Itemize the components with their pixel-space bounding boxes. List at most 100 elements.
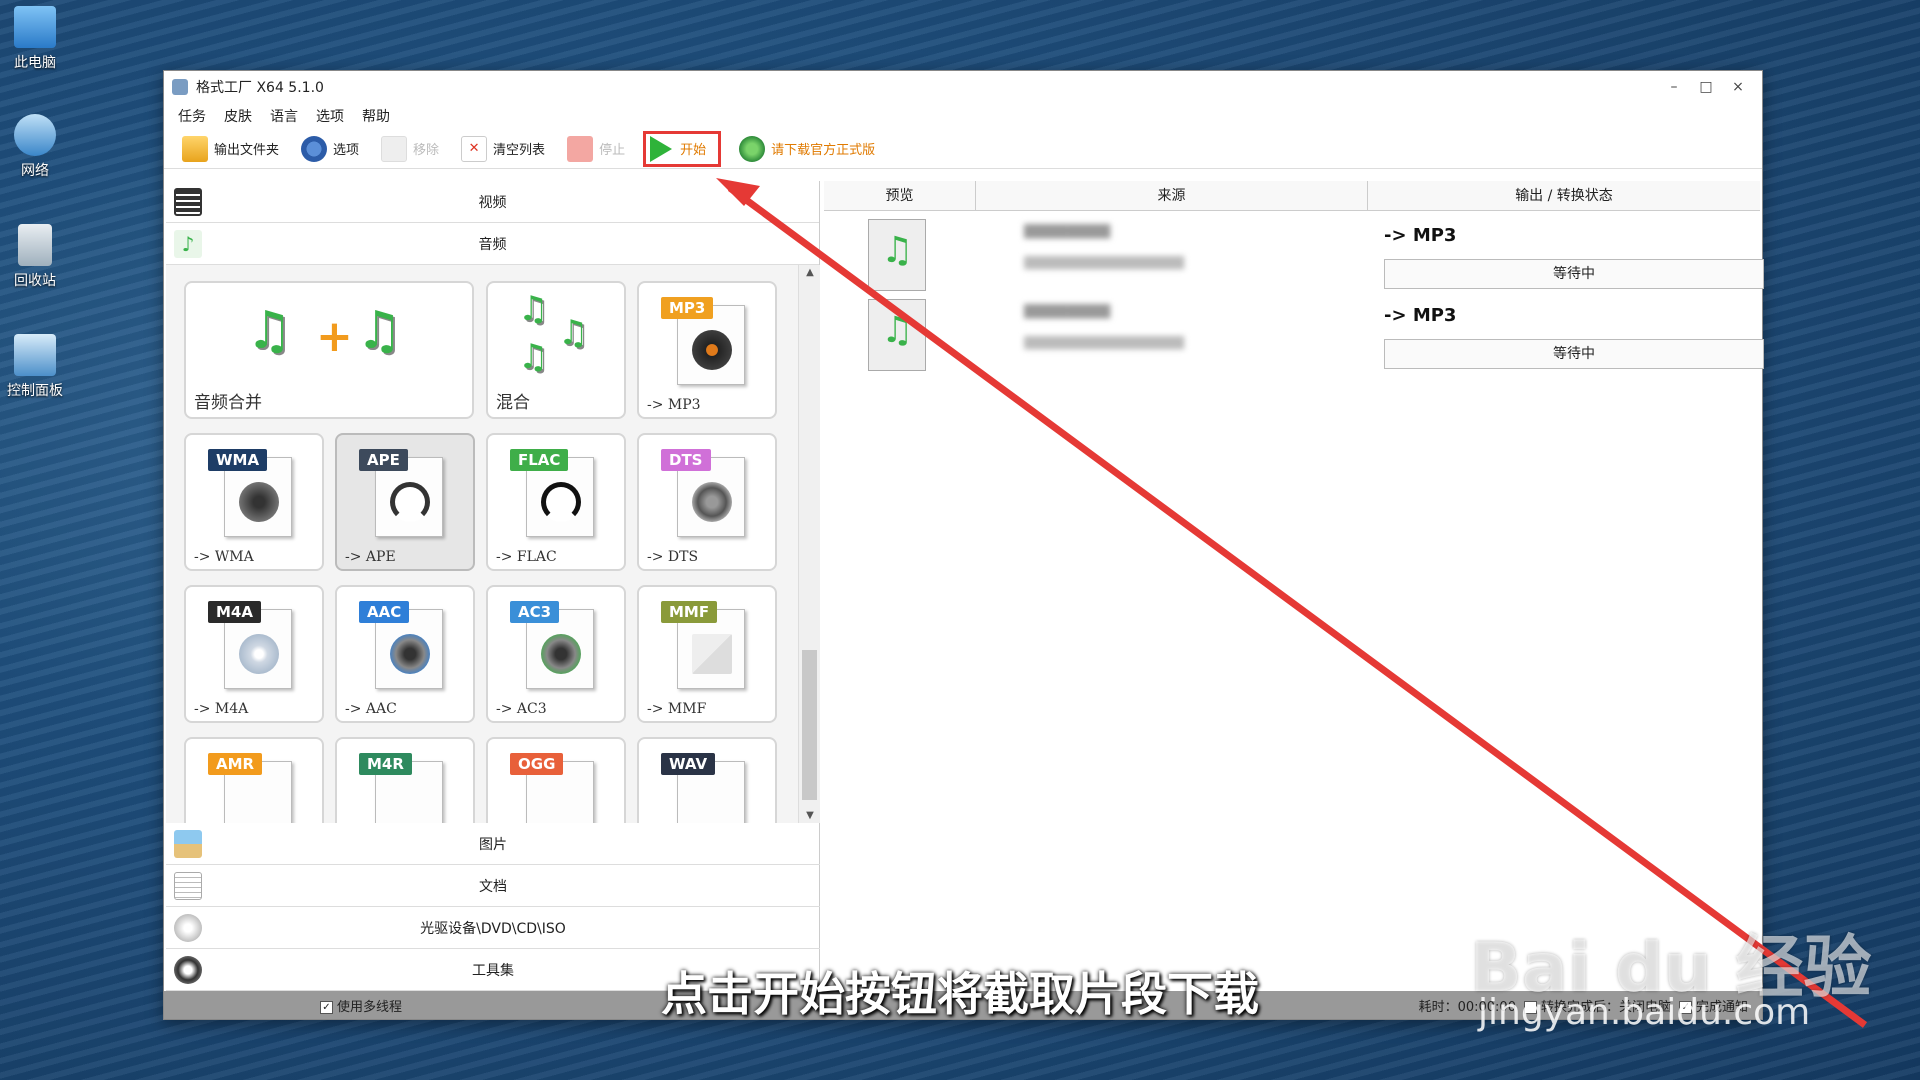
category-label: 光驱设备\DVD\CD\ISO — [420, 920, 566, 937]
download-official-link[interactable]: 请下载官方正式版 — [735, 131, 879, 167]
tile-m4a[interactable]: M4A -> M4A — [184, 585, 324, 723]
remove-button[interactable]: 移除 — [377, 131, 443, 167]
audio-format-grid: ♫ + ♫ 音频合并 ♫ ♫ ♫ 混合 MP3 -> MP3 WMA -> WM… — [166, 265, 820, 823]
recycle-bin-icon — [18, 224, 52, 266]
category-document[interactable]: 文档 — [166, 865, 820, 907]
audio-file-thumbnail: ♫ — [868, 219, 926, 291]
close-button[interactable]: × — [1722, 79, 1754, 95]
category-audio[interactable]: ♪ 音频 — [166, 223, 819, 265]
options-button[interactable]: 选项 — [297, 131, 363, 167]
category-image[interactable]: 图片 — [166, 823, 820, 865]
toolbar: 输出文件夹 选项 移除 ✕ 清空列表 停止 开始 请下载官方正式版 — [164, 129, 1762, 169]
music-note-icon: ♪ — [174, 229, 202, 258]
tile-wav[interactable]: WAV — [637, 737, 777, 823]
desktop-icon-control-panel[interactable]: 控制面板 — [4, 334, 66, 400]
scroll-up-icon[interactable]: ▲ — [799, 267, 820, 278]
category-video[interactable]: 视频 — [166, 181, 819, 223]
category-optical-drive[interactable]: 光驱设备\DVD\CD\ISO — [166, 907, 820, 949]
menu-help[interactable]: 帮助 — [362, 106, 390, 126]
conversion-status: 等待中 — [1384, 339, 1764, 369]
tile-aac[interactable]: AAC -> AAC — [335, 585, 475, 723]
music-note-icon: ♫ — [246, 301, 293, 361]
tile-label: -> FLAC — [496, 549, 557, 565]
format-badge: OGG — [510, 753, 564, 775]
tile-audio-merge[interactable]: ♫ + ♫ 音频合并 — [184, 281, 474, 419]
menu-task[interactable]: 任务 — [178, 106, 206, 126]
desktop-icon-network[interactable]: 网络 — [4, 114, 66, 180]
format-badge: WAV — [661, 753, 716, 775]
header-preview[interactable]: 预览 — [824, 181, 976, 210]
tile-label: 音频合并 — [194, 393, 262, 413]
category-label: 图片 — [479, 836, 507, 853]
tile-wma[interactable]: WMA -> WMA — [184, 433, 324, 571]
tile-label: -> WMA — [194, 549, 254, 565]
category-panel: 视频 ♪ 音频 ♫ + ♫ 音频合并 ♫ ♫ ♫ 混合 MP3 -> MP3 W… — [166, 181, 820, 993]
network-icon — [14, 114, 56, 156]
clear-list-button[interactable]: ✕ 清空列表 — [457, 131, 549, 167]
category-label: 音频 — [478, 236, 507, 253]
picture-icon — [174, 829, 202, 858]
tile-flac[interactable]: FLAC -> FLAC — [486, 433, 626, 571]
tile-mmf[interactable]: MMF -> MMF — [637, 585, 777, 723]
music-note-icon: ♫ — [881, 310, 914, 351]
minimize-button[interactable]: – — [1658, 79, 1690, 95]
tile-mp3[interactable]: MP3 -> MP3 — [637, 281, 777, 419]
category-label: 视频 — [478, 194, 507, 211]
tile-label: 混合 — [496, 393, 530, 413]
start-label: 开始 — [680, 143, 707, 158]
header-source[interactable]: 来源 — [976, 181, 1368, 210]
tile-label: -> AAC — [345, 701, 397, 717]
menu-language[interactable]: 语言 — [270, 106, 298, 126]
tile-m4r[interactable]: M4R — [335, 737, 475, 823]
grid-scrollbar[interactable]: ▲ ▼ — [798, 265, 820, 823]
desktop-icon-recycle-bin[interactable]: 回收站 — [4, 224, 66, 290]
format-badge: DTS — [661, 449, 711, 471]
tile-label: -> APE — [345, 549, 396, 565]
subtitle-caption: 点击开始按钮将截取片段下载 — [661, 967, 1259, 1021]
music-note-icon: ♫ — [558, 313, 589, 353]
tile-label: -> M4A — [194, 701, 249, 717]
output-folder-label: 输出文件夹 — [214, 143, 280, 158]
maximize-button[interactable]: □ — [1690, 79, 1722, 95]
folder-icon — [182, 135, 208, 162]
scrollbar-thumb[interactable] — [802, 650, 817, 800]
disc-drive-icon — [174, 913, 202, 942]
output-folder-button[interactable]: 输出文件夹 — [178, 131, 283, 167]
stop-label: 停止 — [599, 143, 626, 158]
film-icon — [174, 187, 202, 216]
tile-ogg[interactable]: OGG — [486, 737, 626, 823]
stop-icon — [567, 135, 594, 162]
format-factory-window: 格式工厂 X64 5.1.0 – □ × 任务 皮肤 语言 选项 帮助 输出文件… — [163, 70, 1764, 1020]
scroll-down-icon[interactable]: ▼ — [799, 810, 820, 821]
tile-dts[interactable]: DTS -> DTS — [637, 433, 777, 571]
remove-icon — [381, 135, 408, 162]
tile-label: -> DTS — [647, 549, 699, 565]
format-badge: AAC — [359, 601, 410, 623]
conversion-status: 等待中 — [1384, 259, 1764, 289]
menu-skin[interactable]: 皮肤 — [224, 106, 252, 126]
format-badge: FLAC — [510, 449, 569, 471]
format-badge: APE — [359, 449, 408, 471]
menu-options[interactable]: 选项 — [316, 106, 344, 126]
output-format: -> MP3 — [1384, 225, 1457, 246]
source-filename-blurred: ▇▇▇▇▇▇▇▇ — [1024, 303, 1111, 319]
task-row[interactable]: ♫ ▇▇▇▇▇▇▇▇ ▇▇▇▇▇▇▇▇▇▇▇▇▇▇▇▇ -> MP3 等待中 — [824, 215, 1764, 295]
header-output-status[interactable]: 输出 / 转换状态 — [1368, 181, 1760, 210]
start-button[interactable]: 开始 — [643, 130, 722, 167]
tile-label: -> MP3 — [647, 397, 701, 413]
desktop-icon-this-pc[interactable]: 此电脑 — [4, 6, 66, 72]
options-label: 选项 — [333, 143, 360, 158]
task-row[interactable]: ♫ ▇▇▇▇▇▇▇▇ ▇▇▇▇▇▇▇▇▇▇▇▇▇▇▇▇ -> MP3 等待中 — [824, 295, 1764, 375]
desktop-icon-label: 控制面板 — [7, 383, 63, 399]
tile-amr[interactable]: AMR — [184, 737, 324, 823]
computer-icon — [14, 6, 56, 48]
music-note-icon: ♫ — [356, 301, 403, 361]
stop-button[interactable]: 停止 — [563, 131, 629, 167]
desktop-icon-label: 回收站 — [14, 273, 56, 289]
format-badge: M4R — [359, 753, 412, 775]
tile-mix[interactable]: ♫ ♫ ♫ 混合 — [486, 281, 626, 419]
desktop-icon-label: 此电脑 — [14, 55, 56, 71]
document-icon — [174, 871, 202, 900]
tile-ape[interactable]: APE -> APE — [335, 433, 475, 571]
tile-ac3[interactable]: AC3 -> AC3 — [486, 585, 626, 723]
